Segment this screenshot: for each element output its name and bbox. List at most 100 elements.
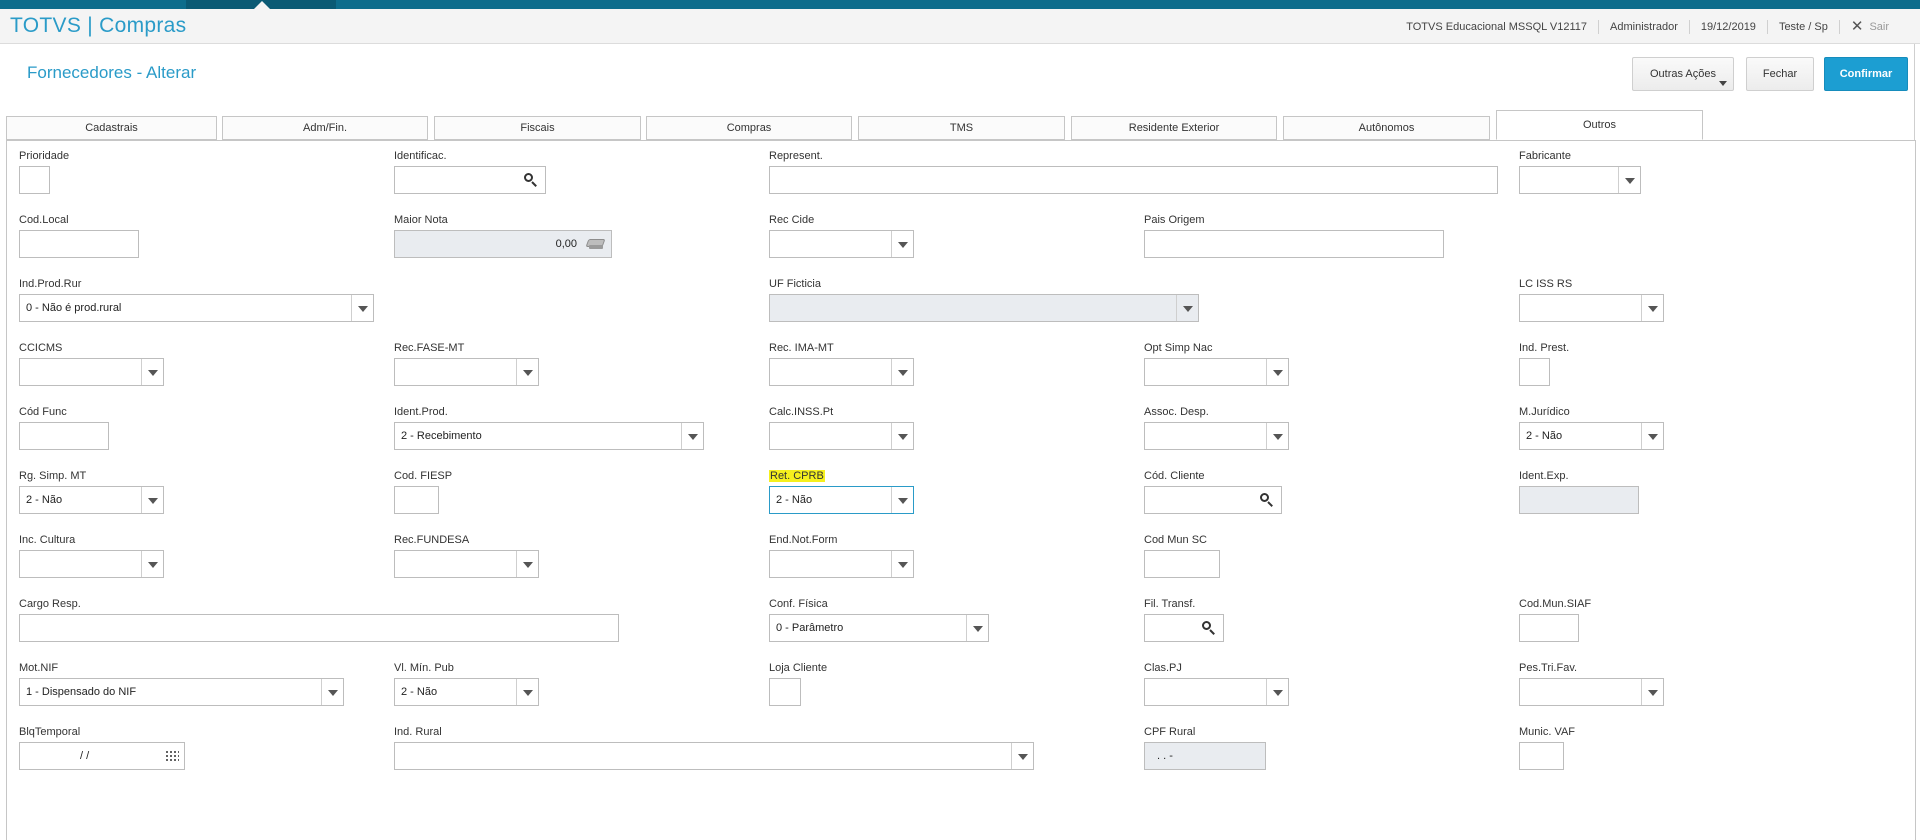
chevron-down-icon[interactable] [891,359,913,385]
chevron-down-icon[interactable] [681,423,703,449]
chevron-down-icon [1176,295,1198,321]
field-ident-exp: Ident.Exp. [1519,470,1639,514]
ind-prest-input[interactable] [1519,358,1550,386]
search-icon[interactable] [1259,492,1275,508]
cod-fiesp-input[interactable] [394,486,439,514]
ident-prod-label: Ident.Prod. [394,406,448,418]
calc-inss-pt-select[interactable] [769,422,914,450]
ccicms-select[interactable] [19,358,164,386]
chevron-down-icon[interactable] [966,615,988,641]
chevron-down-icon[interactable] [1618,167,1640,193]
rec-ima-mt-select[interactable] [769,358,914,386]
calendar-icon[interactable] [165,750,179,762]
calculator-icon[interactable] [585,237,606,251]
identificac-input[interactable] [394,166,546,194]
represent-input[interactable] [769,166,1498,194]
tab-compras[interactable]: Compras [646,116,852,140]
munic-vaf-input[interactable] [1519,742,1564,770]
pais-origem-input[interactable] [1144,230,1444,258]
chevron-down-icon[interactable] [891,487,913,513]
clas-pj-select[interactable] [1144,678,1289,706]
session-info: TOTVS Educacional MSSQL V12117 Administr… [1395,9,1900,44]
prioridade-input[interactable] [19,166,50,194]
more-actions-button[interactable]: Outras Ações [1632,57,1734,91]
chevron-down-icon[interactable] [141,487,163,513]
chevron-down-icon[interactable] [351,295,373,321]
tab-adm-fin[interactable]: Adm/Fin. [222,116,428,140]
fil-transf-label: Fil. Transf. [1144,598,1196,610]
cod-func-input[interactable] [19,422,109,450]
chevron-down-icon[interactable] [141,359,163,385]
assoc-desp-select[interactable] [1144,422,1289,450]
chevron-down-icon[interactable] [516,551,538,577]
field-prioridade: Prioridade [19,150,69,194]
ind-rural-select[interactable] [394,742,1034,770]
chevron-down-icon[interactable] [321,679,343,705]
chevron-down-icon[interactable] [1266,679,1288,705]
pes-tri-fav-select[interactable] [1519,678,1664,706]
rg-simp-mt-select[interactable]: 2 - Não [19,486,164,514]
blq-temporal-input[interactable]: / / [19,742,185,770]
ret-cprb-highlight: Ret. CPRB [769,470,825,482]
exit-button[interactable]: ✕ Sair [1838,19,1900,34]
confirm-button[interactable]: Confirmar [1824,57,1908,91]
chevron-down-icon[interactable] [891,551,913,577]
search-icon[interactable] [1201,620,1217,636]
chevron-down-icon[interactable] [1641,423,1663,449]
close-button[interactable]: Fechar [1746,57,1814,91]
cod-cliente-input[interactable] [1144,486,1282,514]
lc-iss-rs-select[interactable] [1519,294,1664,322]
tab-residente-exterior[interactable]: Residente Exterior [1071,116,1277,140]
cod-mun-siaf-input[interactable] [1519,614,1579,642]
field-rec-fase-mt: Rec.FASE-MT [394,342,539,386]
loja-cliente-input[interactable] [769,678,801,706]
chevron-down-icon[interactable] [141,551,163,577]
rec-cide-select[interactable] [769,230,914,258]
branch-label[interactable]: Teste / Sp [1766,19,1839,34]
rec-fundesa-select[interactable] [394,550,539,578]
fil-transf-input[interactable] [1144,614,1224,642]
field-cpf-rural: CPF Rural . . - [1144,726,1266,770]
ind-prod-rur-select[interactable]: 0 - Não é prod.rural [19,294,374,322]
field-uf-ficticia: UF Ficticia [769,278,1199,322]
chevron-down-icon[interactable] [1641,295,1663,321]
search-icon[interactable] [523,172,539,188]
more-actions-label: Outras Ações [1649,68,1717,80]
chevron-down-icon[interactable] [516,679,538,705]
chevron-down-icon[interactable] [1266,423,1288,449]
lc-iss-rs-label: LC ISS RS [1519,278,1573,290]
inc-cultura-select[interactable] [19,550,164,578]
ident-prod-select[interactable]: 2 - Recebimento [394,422,704,450]
chevron-down-icon[interactable] [516,359,538,385]
chevron-down-icon[interactable] [891,231,913,257]
opt-simp-nac-select[interactable] [1144,358,1289,386]
cargo-resp-input[interactable] [19,614,619,642]
mot-nif-select[interactable]: 1 - Dispensado do NIF [19,678,344,706]
chevron-down-icon[interactable] [891,423,913,449]
chevron-down-icon[interactable] [1011,743,1033,769]
chevron-down-icon[interactable] [1641,679,1663,705]
tab-autonomos[interactable]: Autônomos [1283,116,1490,140]
field-end-not-form: End.Not.Form [769,534,914,578]
tab-tms[interactable]: TMS [858,116,1065,140]
mot-nif-label: Mot.NIF [19,662,59,674]
cod-local-input[interactable] [19,230,139,258]
ret-cprb-select[interactable]: 2 - Não [769,486,914,514]
clas-pj-label: Clas.PJ [1144,662,1182,674]
rec-fase-mt-select[interactable] [394,358,539,386]
cod-fiesp-label: Cod. FIESP [394,470,453,482]
chevron-down-icon[interactable] [1266,359,1288,385]
m-juridico-select[interactable]: 2 - Não [1519,422,1664,450]
prioridade-label: Prioridade [19,150,70,162]
end-not-form-select[interactable] [769,550,914,578]
vl-min-pub-select[interactable]: 2 - Não [394,678,539,706]
conf-fisica-select[interactable]: 0 - Parâmetro [769,614,989,642]
cod-func-label: Cód Func [19,406,67,418]
cod-mun-sc-input[interactable] [1144,550,1220,578]
ret-cprb-label: Ret. CPRB [769,470,914,484]
tab-outros[interactable]: Outros [1496,110,1703,140]
tab-cadastrais[interactable]: Cadastrais [6,116,217,140]
fabricante-select[interactable] [1519,166,1641,194]
tab-fiscais[interactable]: Fiscais [434,116,641,140]
active-module-notch [254,1,270,9]
